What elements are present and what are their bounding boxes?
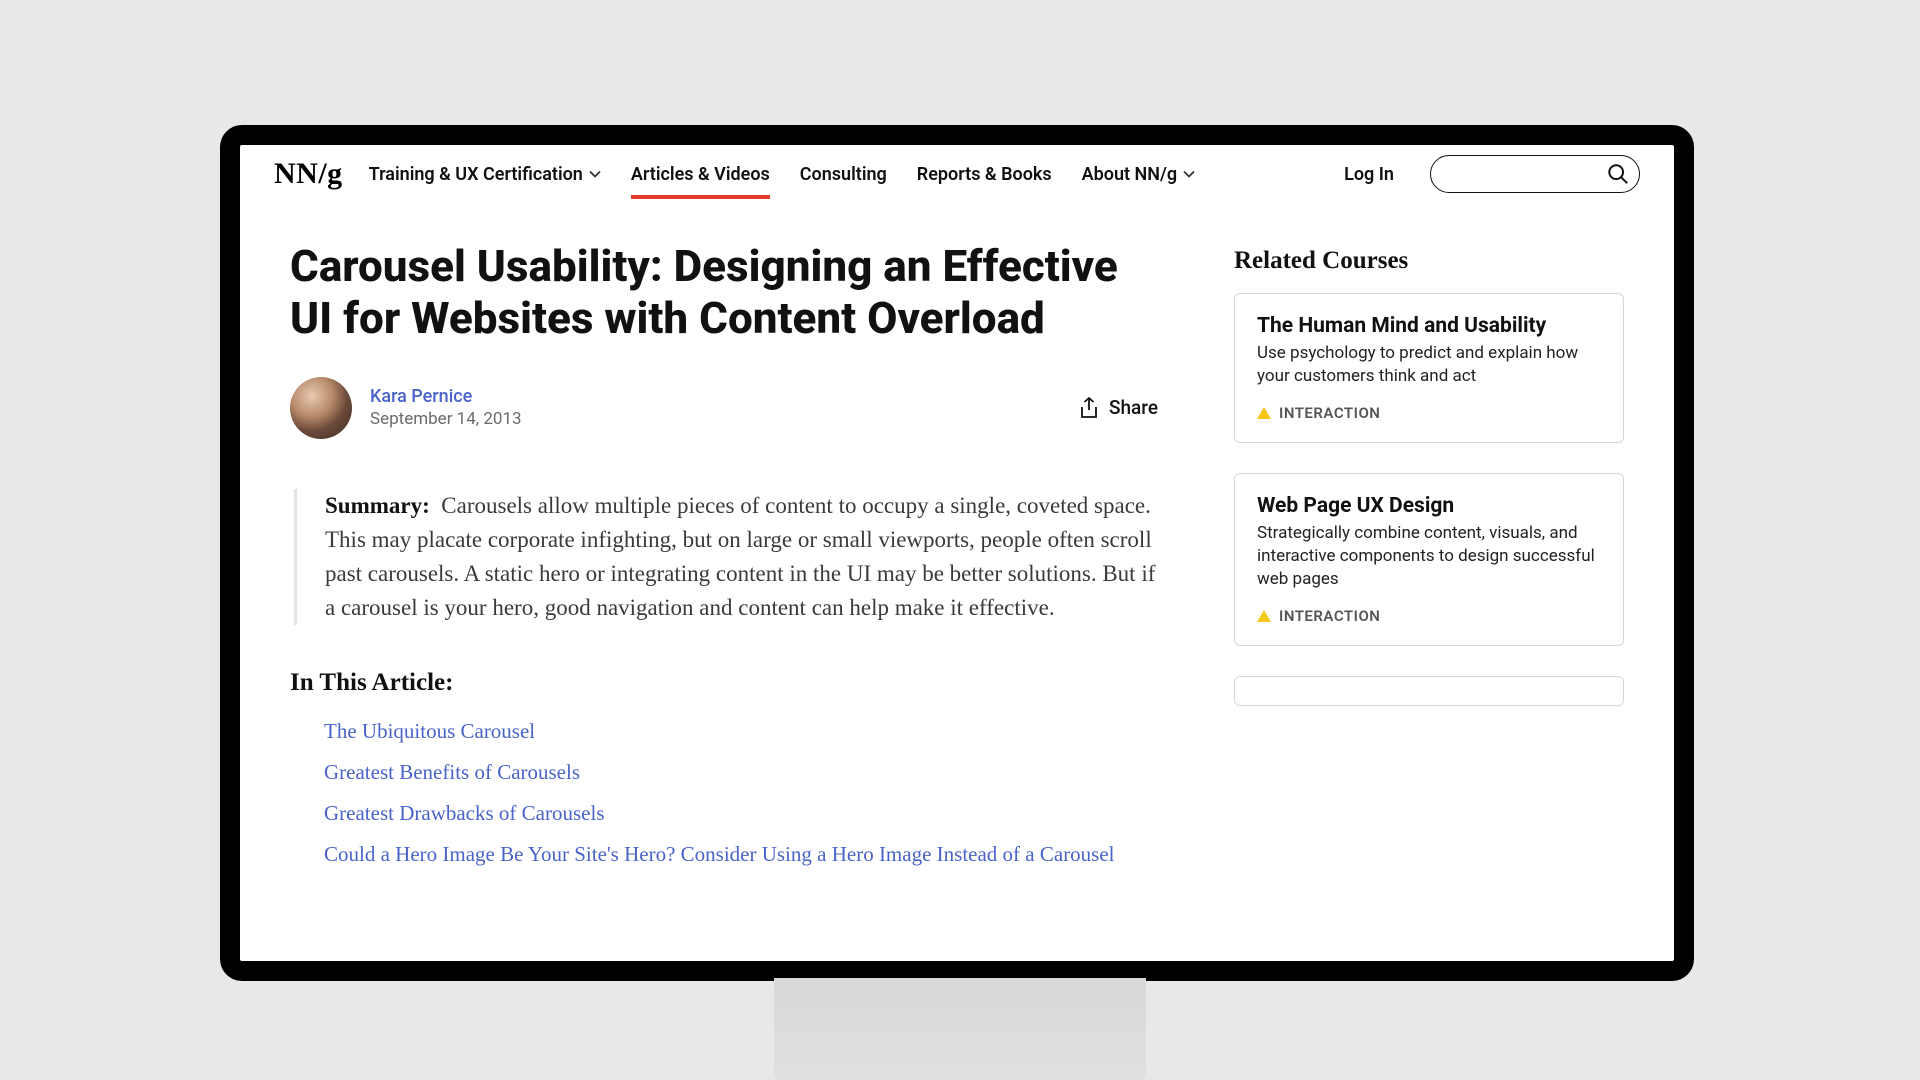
nav-label: Reports & Books xyxy=(917,164,1052,185)
nav-reports[interactable]: Reports & Books xyxy=(917,145,1052,203)
course-card[interactable]: Web Page UX Design Strategically combine… xyxy=(1234,473,1624,646)
summary-label: Summary: xyxy=(325,493,430,518)
course-tag-label: INTERACTION xyxy=(1279,607,1380,625)
nav-about[interactable]: About NN/g xyxy=(1082,145,1195,203)
author-link[interactable]: Kara Pernice xyxy=(370,386,522,407)
summary-text: Carousels allow multiple pieces of conte… xyxy=(325,493,1155,620)
triangle-icon xyxy=(1257,610,1271,622)
chevron-down-icon xyxy=(1183,168,1195,180)
course-title: Web Page UX Design xyxy=(1257,494,1601,518)
nav-label: About NN/g xyxy=(1082,164,1177,185)
screen: NN/g Training & UX Certification Article… xyxy=(240,145,1674,961)
monitor-stand xyxy=(774,978,1146,1080)
course-description: Strategically combine content, visuals, … xyxy=(1257,522,1601,591)
table-of-contents: The Ubiquitous Carousel Greatest Benefit… xyxy=(290,719,1158,867)
toc-link[interactable]: Greatest Drawbacks of Carousels xyxy=(324,801,1158,826)
login-link[interactable]: Log In xyxy=(1344,164,1394,185)
article-title: Carousel Usability: Designing an Effecti… xyxy=(290,241,1158,345)
course-title: The Human Mind and Usability xyxy=(1257,314,1601,338)
search-box[interactable] xyxy=(1430,155,1640,193)
nav-articles[interactable]: Articles & Videos xyxy=(631,145,770,203)
toc-link[interactable]: Could a Hero Image Be Your Site's Hero? … xyxy=(324,842,1158,867)
sidebar: Related Courses The Human Mind and Usabi… xyxy=(1234,241,1624,883)
nav-consulting[interactable]: Consulting xyxy=(800,145,887,203)
byline: Kara Pernice September 14, 2013 xyxy=(290,377,522,439)
chevron-down-icon xyxy=(589,168,601,180)
nav-label: Articles & Videos xyxy=(631,164,770,185)
share-label: Share xyxy=(1109,396,1158,419)
toc-link[interactable]: The Ubiquitous Carousel xyxy=(324,719,1158,744)
site-logo[interactable]: NN/g xyxy=(274,157,343,191)
monitor-frame: NN/g Training & UX Certification Article… xyxy=(220,125,1694,981)
main-nav: Training & UX Certification Articles & V… xyxy=(369,145,1195,203)
content-area: Carousel Usability: Designing an Effecti… xyxy=(240,203,1674,883)
nav-label: Consulting xyxy=(800,164,887,185)
nav-training[interactable]: Training & UX Certification xyxy=(369,145,601,203)
course-tag-label: INTERACTION xyxy=(1279,404,1380,422)
toc-heading: In This Article: xyxy=(290,669,1158,697)
course-card[interactable]: The Human Mind and Usability Use psychol… xyxy=(1234,293,1624,443)
article-main: Carousel Usability: Designing an Effecti… xyxy=(290,241,1158,883)
site-header: NN/g Training & UX Certification Article… xyxy=(240,145,1674,203)
course-tag: INTERACTION xyxy=(1257,404,1601,422)
summary-block: Summary: Carousels allow multiple pieces… xyxy=(294,489,1158,625)
course-card[interactable] xyxy=(1234,676,1624,706)
author-avatar[interactable] xyxy=(290,377,352,439)
share-button[interactable]: Share xyxy=(1079,396,1158,419)
search-icon[interactable] xyxy=(1607,163,1629,185)
triangle-icon xyxy=(1257,407,1271,419)
related-courses-heading: Related Courses xyxy=(1234,247,1624,275)
publish-date: September 14, 2013 xyxy=(370,409,522,429)
share-icon xyxy=(1079,397,1099,419)
toc-link[interactable]: Greatest Benefits of Carousels xyxy=(324,760,1158,785)
search-input[interactable] xyxy=(1408,166,1607,183)
course-description: Use psychology to predict and explain ho… xyxy=(1257,342,1601,388)
nav-label: Training & UX Certification xyxy=(369,164,583,185)
byline-row: Kara Pernice September 14, 2013 xyxy=(290,377,1158,439)
course-tag: INTERACTION xyxy=(1257,607,1601,625)
